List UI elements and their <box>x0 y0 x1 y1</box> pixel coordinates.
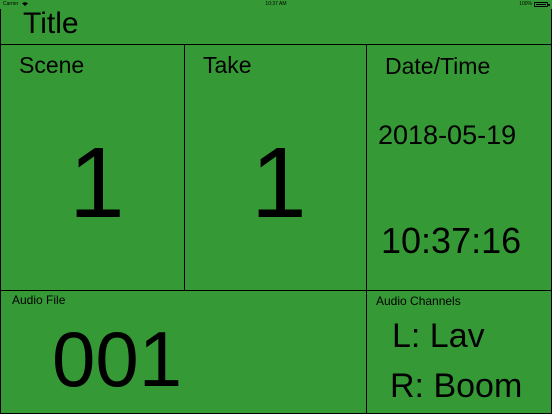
audio-file-panel[interactable]: Audio File 001 <box>0 290 367 414</box>
title-bar[interactable]: Title <box>0 8 552 45</box>
datetime-label: Date/Time <box>385 53 491 79</box>
battery-percent: 100% <box>519 1 532 7</box>
audio-channels-label: Audio Channels <box>376 294 461 308</box>
scene-value[interactable]: 1 <box>69 133 125 233</box>
scene-label: Scene <box>19 52 85 78</box>
audio-channels-panel[interactable]: Audio Channels L: Lav R: Boom <box>366 290 552 414</box>
take-value[interactable]: 1 <box>251 133 307 233</box>
scene-panel[interactable]: Scene 1 <box>0 44 185 291</box>
left-channel-value[interactable]: L: Lav <box>392 317 485 355</box>
status-time: 10:37 AM <box>265 1 287 7</box>
audio-file-label: Audio File <box>12 293 66 307</box>
take-panel[interactable]: Take 1 <box>184 44 367 291</box>
status-bar: Carrier 10:37 AM 100% <box>0 0 552 9</box>
time-value: 10:37:16 <box>381 220 522 261</box>
date-value: 2018-05-19 <box>378 120 517 150</box>
battery-icon <box>534 2 550 7</box>
take-label: Take <box>203 52 252 78</box>
slate-title[interactable]: Title <box>23 8 79 40</box>
audio-file-value[interactable]: 001 <box>52 319 182 399</box>
datetime-panel: Date/Time 2018-05-19 10:37:16 <box>366 44 552 291</box>
battery-indicator: 100% <box>519 0 550 9</box>
right-channel-value[interactable]: R: Boom <box>390 367 522 405</box>
